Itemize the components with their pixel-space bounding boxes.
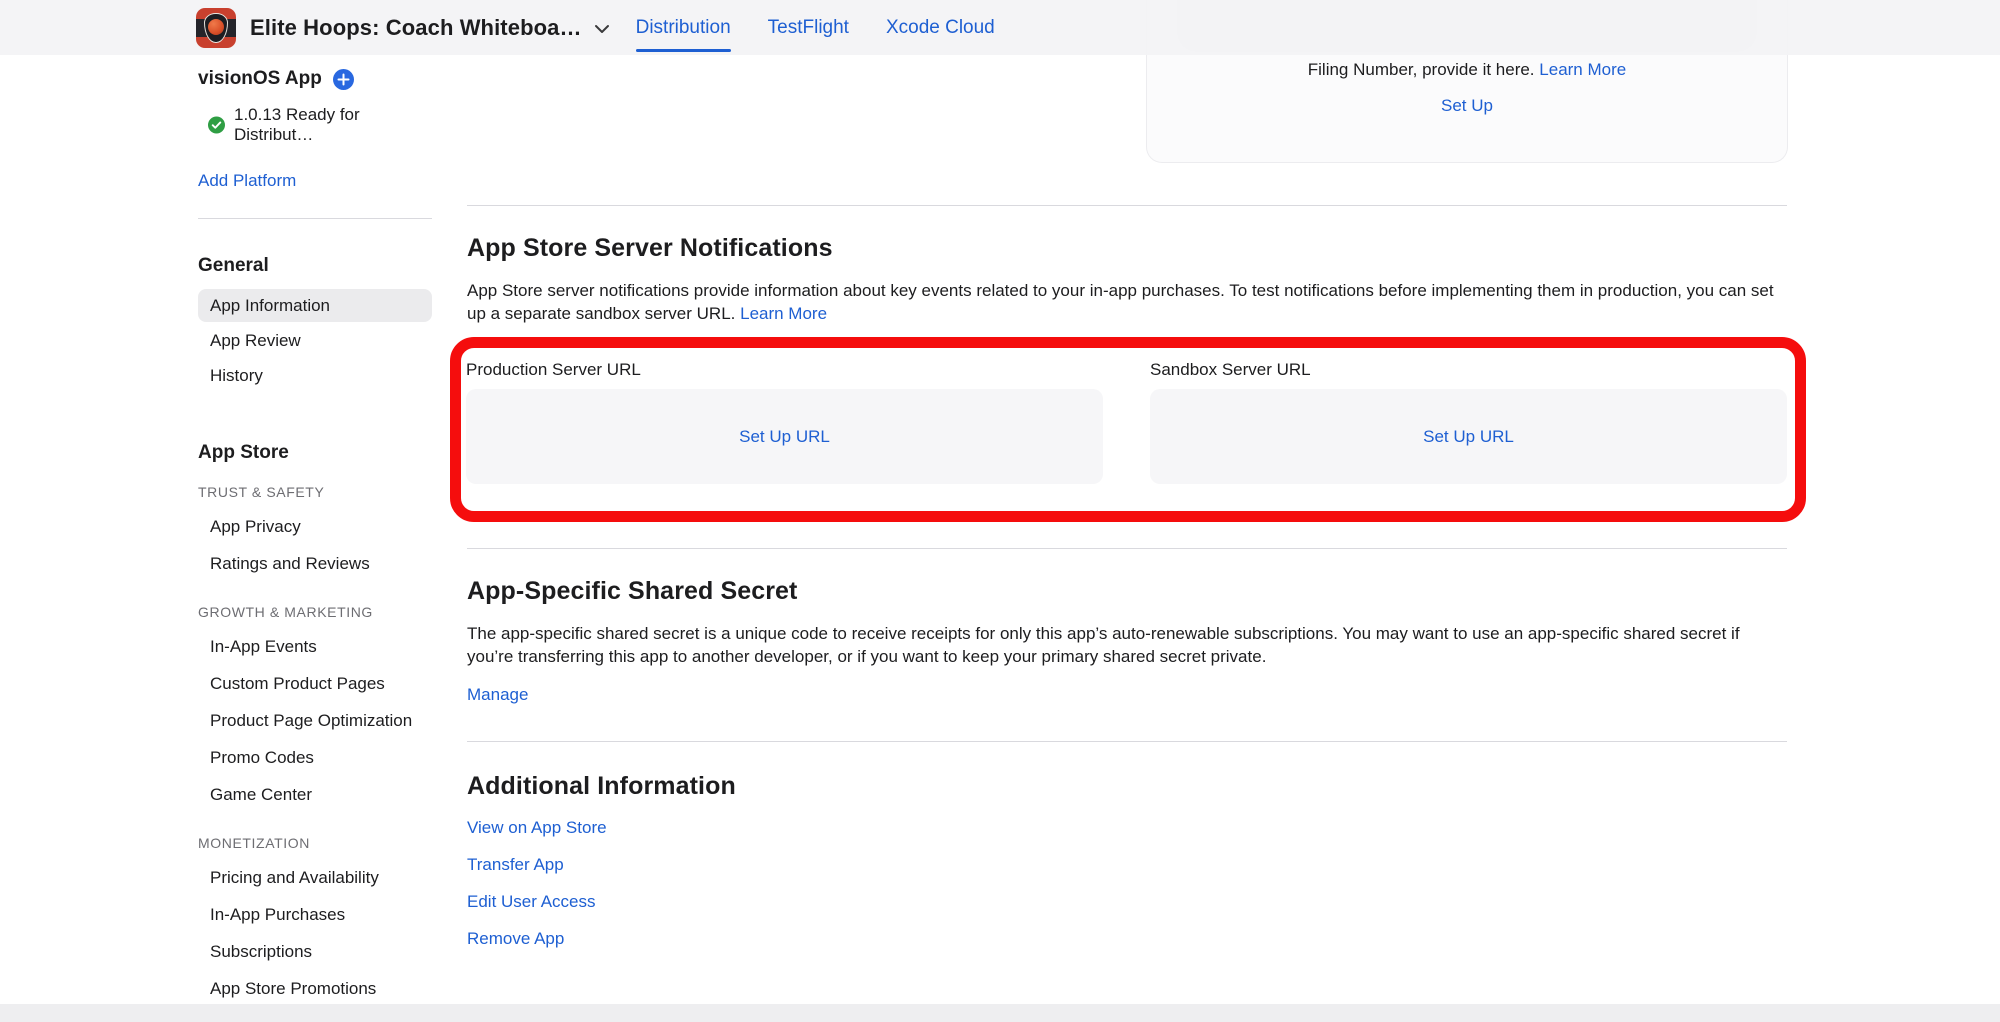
sandbox-server-url-label: Sandbox Server URL (1150, 360, 1787, 380)
production-set-up-url-link[interactable]: Set Up URL (739, 427, 830, 447)
chevron-down-icon[interactable] (594, 24, 610, 34)
app-icon (196, 8, 236, 48)
add-version-plus-icon[interactable] (333, 69, 354, 90)
additional-information-title: Additional Information (467, 772, 1787, 801)
sandbox-set-up-url-link[interactable]: Set Up URL (1423, 427, 1514, 447)
header-tabs: Distribution TestFlight Xcode Cloud (636, 0, 1032, 55)
sidebar-item-promo-codes[interactable]: Promo Codes (198, 748, 432, 768)
page-footer-band (0, 1004, 2000, 1022)
content-divider (467, 205, 1787, 206)
sidebar-group-monetization: MONETIZATION (198, 835, 432, 851)
tab-distribution[interactable]: Distribution (636, 0, 731, 55)
sidebar-item-custom-product-pages[interactable]: Custom Product Pages (198, 674, 432, 694)
additional-links-list: View on App Store Transfer App Edit User… (467, 818, 1787, 949)
ready-checkmark-icon (208, 116, 225, 134)
sidebar-item-in-app-purchases[interactable]: In-App Purchases (198, 905, 432, 925)
version-status-label: 1.0.13 Ready for Distribut… (234, 105, 432, 145)
add-platform-link[interactable]: Add Platform (198, 171, 296, 191)
sidebar-item-pricing-availability[interactable]: Pricing and Availability (198, 868, 432, 888)
annotation-highlight-box: Production Server URL Set Up URL Sandbox… (450, 337, 1806, 522)
server-url-grid: Production Server URL Set Up URL Sandbox… (466, 360, 1787, 484)
view-on-app-store-link[interactable]: View on App Store (467, 818, 1787, 838)
sidebar-divider (198, 218, 432, 219)
platform-title: visionOS App (198, 68, 322, 90)
remove-app-link[interactable]: Remove App (467, 929, 1787, 949)
sidebar-item-product-page-optimization[interactable]: Product Page Optimization (198, 711, 432, 731)
app-header: Elite Hoops: Coach Whiteboa… Distributio… (0, 0, 2000, 55)
tab-testflight[interactable]: TestFlight (768, 0, 849, 55)
version-status-row[interactable]: 1.0.13 Ready for Distribut… (198, 105, 432, 145)
production-server-url-label: Production Server URL (466, 360, 1103, 380)
basketball-icon (208, 19, 224, 35)
sidebar-item-app-store-promotions[interactable]: App Store Promotions (198, 979, 432, 999)
shared-secret-title: App-Specific Shared Secret (467, 577, 1787, 606)
sidebar-item-game-center[interactable]: Game Center (198, 785, 432, 805)
sidebar: visionOS App 1.0.13 Ready for Distribut…… (198, 55, 432, 999)
filing-card-text: Filing Number, provide it here. Learn Mo… (1147, 60, 1787, 80)
sidebar-item-in-app-events[interactable]: In-App Events (198, 637, 432, 657)
app-title: Elite Hoops: Coach Whiteboa… (250, 15, 582, 41)
sidebar-heading-general: General (198, 255, 432, 277)
content-divider (467, 548, 1787, 549)
production-server-url-panel: Set Up URL (466, 389, 1103, 484)
edit-user-access-link[interactable]: Edit User Access (467, 892, 1787, 912)
filing-learn-more-link[interactable]: Learn More (1539, 60, 1626, 79)
filing-set-up-link[interactable]: Set Up (1441, 96, 1493, 116)
server-notifications-title: App Store Server Notifications (467, 234, 1787, 263)
server-notifications-description: App Store server notifications provide i… (467, 279, 1787, 325)
sidebar-item-app-review[interactable]: App Review (198, 324, 432, 357)
sidebar-item-history[interactable]: History (198, 359, 432, 392)
platform-row: visionOS App (198, 68, 432, 90)
general-nav-list: App Information App Review History (198, 289, 432, 392)
sidebar-item-app-information[interactable]: App Information (198, 289, 432, 322)
sidebar-item-ratings-reviews[interactable]: Ratings and Reviews (198, 554, 432, 574)
production-server-column: Production Server URL Set Up URL (466, 360, 1103, 484)
tab-xcode-cloud[interactable]: Xcode Cloud (886, 0, 995, 55)
content-divider (467, 741, 1787, 742)
transfer-app-link[interactable]: Transfer App (467, 855, 1787, 875)
shared-secret-description: The app-specific shared secret is a uniq… (467, 622, 1787, 668)
sidebar-heading-app-store: App Store (198, 442, 432, 464)
notifications-learn-more-link[interactable]: Learn More (740, 304, 827, 323)
sandbox-server-url-panel: Set Up URL (1150, 389, 1787, 484)
sidebar-item-app-privacy[interactable]: App Privacy (198, 517, 432, 537)
sandbox-server-column: Sandbox Server URL Set Up URL (1150, 360, 1787, 484)
manage-link[interactable]: Manage (467, 685, 528, 705)
sidebar-item-subscriptions[interactable]: Subscriptions (198, 942, 432, 962)
main-content: App Store Server Notifications App Store… (467, 55, 1787, 949)
sidebar-group-growth-marketing: GROWTH & MARKETING (198, 604, 432, 620)
sidebar-group-trust-safety: TRUST & SAFETY (198, 484, 432, 500)
